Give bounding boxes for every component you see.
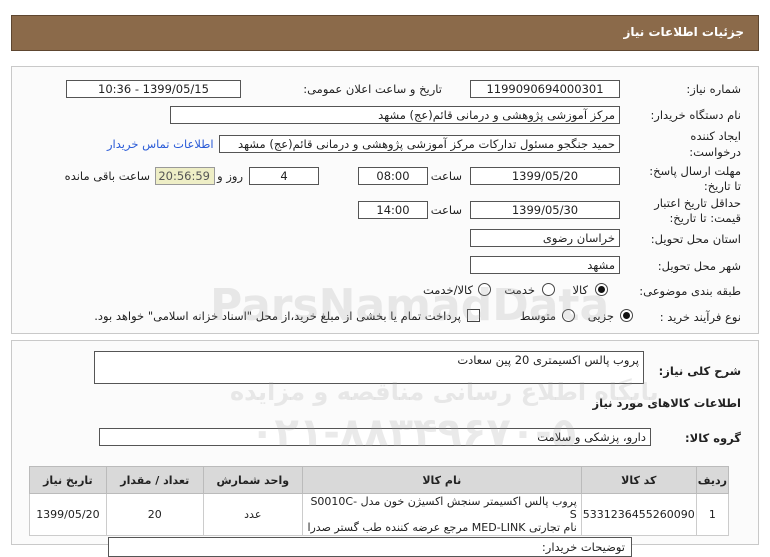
days-remaining-field: 4 [249,167,319,185]
row-date: 1399/05/20 [29,493,107,536]
announce-label: تاریخ و ساعت اعلان عمومی: [303,82,442,96]
need-number-label: شماره نیاز: [686,82,741,96]
creator-field: حمید جنگجو مسئول تدارکات مرکز آموزشی پژو… [219,135,620,153]
send-time-label: ساعت [430,169,462,183]
goods-table: ردیف کد کالا نام کالا واحد شمارش تعداد /… [29,466,730,536]
validity-label-1: حداقل تاریخ اعتبار [654,196,741,210]
creator-label-1: ایجاد کننده [690,129,741,143]
page-title: جزئیات اطلاعات نیاز [623,25,744,39]
category-option-goods: کالا [572,283,588,297]
validity-label-2: قیمت: تا تاریخ: [669,211,741,225]
purchase-option-minor: جزیی [587,309,614,323]
days-label: روز و [217,169,243,183]
category-option-goods-service: کالا/خدمت [422,283,473,297]
row-name-line1: پروب پالس اکسیمتر سنجش اکسیژن خون مدل S0… [310,495,577,521]
city-field: مشهد [470,256,620,274]
creator-label-2: درخواست: [689,145,741,159]
announce-datetime-field: 1399/05/15 - 10:36 [66,80,241,98]
province-field: خراسان رضوی [470,229,620,247]
send-date-field: 1399/05/20 [470,167,620,185]
description-field: پروب پالس اکسیمتری 20 پین سعادت [94,351,644,384]
category-radio-goods-service[interactable] [478,283,491,296]
validity-time-label: ساعت [430,203,462,217]
buyer-notes-label: توضیحات خریدار: [541,540,625,554]
purchase-radio-minor[interactable] [620,309,633,322]
table-row: 1 5331236455260090 پروب پالس اکسیمتر سنج… [29,493,730,536]
treasury-payment-note: پرداخت تمام یا بخشی از مبلغ خرید،از محل … [94,309,461,323]
row-index: 1 [695,493,730,536]
purchase-option-medium: متوسط [519,309,556,323]
row-name-line2: نام تجارتی MED-LINK مرجع عرضه کننده طب گ… [307,521,577,534]
buyer-org-field: مرکز آموزشی پژوهشی و درمانی قائم(عج) مشه… [170,106,620,124]
buyer-notes-box: توضیحات خریدار: [108,537,632,557]
col-unit: واحد شمارش [202,466,303,494]
goods-section-title: اطلاعات کالاهای مورد نیاز [592,396,741,410]
col-code: کد کالا [580,466,697,494]
province-label: استان محل تحویل: [650,232,741,246]
send-time-field: 08:00 [358,167,428,185]
send-deadline-label-2: تا تاریخ: [703,179,741,193]
send-deadline-label-1: مهلت ارسال پاسخ: [649,164,741,178]
row-name: پروب پالس اکسیمتر سنجش اکسیژن خون مدل S0… [301,493,582,536]
validity-time-field: 14:00 [358,201,428,219]
category-option-service: خدمت [504,283,535,297]
category-label: طبقه بندی موضوعی: [639,284,741,298]
purchase-type-label: نوع فرآیند خرید : [659,310,741,324]
row-quantity: 20 [105,493,204,536]
category-radio-goods[interactable] [595,283,608,296]
col-index: ردیف [695,466,730,494]
city-label: شهر محل تحویل: [657,259,741,273]
buyer-contact-link[interactable]: اطلاعات تماس خریدار [107,137,214,151]
page-header: جزئیات اطلاعات نیاز [11,15,759,51]
buyer-org-label: نام دستگاه خریدار: [650,108,741,122]
row-unit: عدد [202,493,303,536]
treasury-payment-checkbox[interactable] [467,309,480,322]
goods-group-field: دارو، پزشکی و سلامت [99,428,651,446]
col-quantity: تعداد / مقدار [105,466,204,494]
row-code: 5331236455260090 [580,493,697,536]
purchase-radio-medium[interactable] [562,309,575,322]
category-radio-service[interactable] [542,283,555,296]
col-name: نام کالا [301,466,582,494]
description-label: شرح کلی نیاز: [658,364,741,378]
goods-group-label: گروه کالا: [685,431,741,445]
validity-date-field: 1399/05/30 [470,201,620,219]
col-date: تاریخ نیاز [29,466,107,494]
remaining-label: ساعت باقی مانده [64,169,150,183]
need-number-field: 1199090694000301 [470,80,620,98]
goods-table-header: ردیف کد کالا نام کالا واحد شمارش تعداد /… [29,466,730,494]
remaining-time-field: 20:56:59 [155,167,215,185]
